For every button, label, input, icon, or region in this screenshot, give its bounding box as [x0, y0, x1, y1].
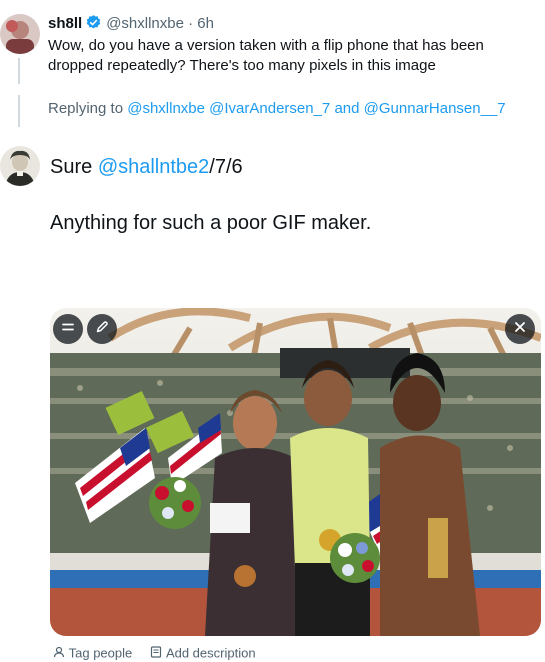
- document-icon: [150, 645, 162, 661]
- replying-to-line: Replying to @shxllnxbe @IvarAndersen_7 a…: [48, 99, 506, 119]
- attached-photo[interactable]: [50, 308, 541, 636]
- replying-handles-link[interactable]: @shxllnxbe @IvarAndersen_7: [127, 100, 330, 117]
- author-name[interactable]: sh8ll: [48, 15, 82, 32]
- separator-dot: ·: [188, 15, 194, 32]
- tweet-header: sh8ll @shxllnxbe · 6h: [48, 14, 214, 37]
- edit-image-button[interactable]: [87, 314, 117, 344]
- close-icon: [513, 320, 527, 339]
- compose-text-line-1[interactable]: Sure @shallntbe2/7/6: [50, 155, 243, 179]
- author-handle[interactable]: @shxllnxbe: [106, 15, 184, 32]
- person-icon: [53, 646, 65, 661]
- compose-text-line-2[interactable]: Anything for such a poor GIF maker.: [50, 211, 371, 235]
- my-avatar[interactable]: [0, 146, 40, 186]
- media-actions-row: Tag people Add description: [53, 645, 256, 662]
- replying-to-label: Replying to: [48, 100, 124, 117]
- compose-prefix: Sure: [50, 156, 93, 178]
- add-description-button[interactable]: Add description: [166, 646, 256, 661]
- verified-badge-icon: [85, 14, 102, 37]
- tag-people-button[interactable]: Tag people: [69, 646, 133, 661]
- replying-and[interactable]: and: [334, 100, 359, 117]
- menu-lines-icon: [61, 320, 75, 339]
- thread-line-lower: [18, 95, 20, 127]
- compose-suffix: /7/6: [209, 156, 243, 178]
- replying-last-handle[interactable]: @GunnarHansen__7: [364, 100, 506, 117]
- thread-line: [18, 58, 20, 84]
- author-avatar[interactable]: [0, 14, 40, 54]
- compose-mention[interactable]: @shallntbe2: [98, 156, 209, 178]
- tweet-text: Wow, do you have a version taken with a …: [48, 37, 484, 74]
- pencil-icon: [95, 320, 109, 339]
- tweet-time[interactable]: 6h: [197, 15, 214, 32]
- remove-media-button[interactable]: [505, 314, 535, 344]
- edit-options-button[interactable]: [53, 314, 83, 344]
